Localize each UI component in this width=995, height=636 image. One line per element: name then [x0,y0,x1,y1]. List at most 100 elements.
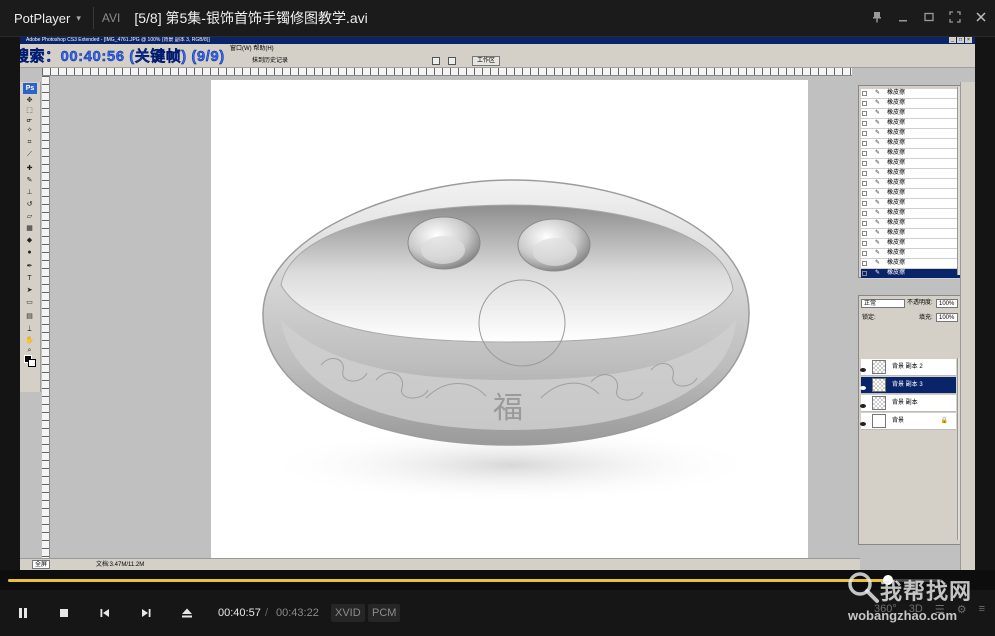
layer-name: 背景 副本 3 [892,382,923,388]
video-codec-badge[interactable]: XVID [331,604,365,622]
layer-thumbnail [872,360,886,374]
history-source-checkbox [862,271,867,276]
app-menu-button[interactable]: PotPlayer ▾ [0,0,81,37]
minimize-icon[interactable] [897,11,909,26]
window-controls [871,0,987,37]
history-item-label: 橡皮擦 [887,90,906,96]
healing-tool-icon: ✚ [26,165,33,172]
close-icon[interactable] [975,11,987,26]
seek-track[interactable] [8,575,942,585]
layer-row: 背景 副本 [860,395,956,412]
history-item-label: 橡皮擦 [887,270,906,276]
maximize-icon[interactable] [923,11,935,26]
pin-icon[interactable] [871,11,883,26]
audio-codec-badge[interactable]: PCM [368,604,401,622]
eraser-icon: ✎ [875,140,881,146]
history-item: ✎ 橡皮擦 [861,119,960,129]
history-item-label: 橡皮擦 [887,260,906,266]
history-source-checkbox [862,181,867,186]
stop-button[interactable] [51,601,77,625]
eraser-icon: ✎ [875,200,881,206]
next-icon [142,609,151,617]
history-item: ✎ 橡皮擦 [861,149,960,159]
history-source-checkbox [862,131,867,136]
vr-360-button[interactable]: 360° [874,603,897,616]
chevron-down-icon: ▾ [76,12,81,23]
lock-label: 锁定: [862,315,876,321]
history-item-label: 橡皮擦 [887,110,906,116]
bracelet-emboss-character: 福 [493,391,523,426]
bracelet-image: 福 [261,179,761,503]
history-item-label: 橡皮擦 [887,210,906,216]
eraser-icon: ✎ [875,230,881,236]
history-item: ✎ 橡皮擦 [861,189,960,199]
path-select-icon: ➤ [26,287,33,294]
history-item: ✎ 橡皮擦 [861,209,960,219]
history-source-checkbox [862,101,867,106]
layer-name: 背景 副本 [892,400,918,406]
history-source-checkbox [862,191,867,196]
history-source-checkbox [862,151,867,156]
fullscreen-icon[interactable] [949,11,961,26]
history-item: ✎ 橡皮擦 [861,259,960,269]
previous-icon [100,609,109,617]
layer-name: 背景 [892,418,905,424]
title-divider [92,7,94,29]
3d-button[interactable]: 3D [909,603,923,616]
brush-tool-icon: ✎ [26,177,33,184]
ps-zoom-field: 全屏 [32,560,51,569]
file-format-label: AVI [101,11,121,25]
eyedropper-tool-icon: ⍊ [27,325,32,332]
shape-tool-icon: ▭ [26,299,33,306]
history-item-label: 橡皮擦 [887,220,906,226]
ps-maximize-icon: □ [957,37,964,43]
menu-button[interactable]: ≡ [979,603,985,616]
next-button[interactable] [133,601,159,625]
ps-panel-dock [960,82,975,570]
lasso-tool-icon: ᓂ [26,117,33,124]
opacity-value: 100% [936,299,958,308]
history-item-label: 橡皮擦 [887,160,906,166]
ps-status-bar: 全屏 文档:3.47M/11.2M [20,558,860,570]
eye-icon [860,382,866,390]
history-source-checkbox [862,91,867,96]
history-source-checkbox [862,251,867,256]
ps-doc-size: 文档:3.47M/11.2M [96,562,145,568]
layer-thumbnail [872,378,886,392]
settings-button[interactable]: ⚙ [957,603,967,616]
previous-button[interactable] [92,601,118,625]
eye-icon [860,364,866,372]
playlist-button[interactable]: ☰ [935,603,945,616]
zoom-tool-icon: ⌕ [27,347,32,354]
history-item: ✎ 橡皮擦 [861,269,960,279]
history-item-label: 橡皮擦 [887,200,906,206]
layer-row: 背景 🔒 [860,413,956,430]
eraser-icon: ✎ [875,180,881,186]
history-item: ✎ 橡皮擦 [861,99,960,109]
time-separator: / [265,607,269,619]
eject-icon [182,608,192,618]
seek-progress-fill [8,579,888,582]
ps-toolbox: Ps ✥ ⬚ ᓂ ✧ ⌗ ⟋ ✚ ✎ ⊥ ↺ ▱ ▦ ◆ ● ✒ T ➤ ▭ ▤… [20,82,41,392]
eraser-icon: ✎ [875,260,881,266]
control-bar: 00:40:57 / 00:43:22 XVID PCM 360° 3D ☰ ⚙… [0,590,995,636]
history-item-label: 橡皮擦 [887,180,906,186]
ps-history-panel: ✎ 橡皮擦 ✎ 橡皮擦 ✎ 橡皮擦 ✎ 橡皮擦 ✎ 橡皮擦 ✎ 橡皮擦 ✎ 橡皮擦 ✎ 橡皮擦 ✎ 橡皮擦 ✎ 橡皮擦… [858,85,964,279]
video-frame[interactable]: Adobe Photoshop CS3 Extended - [IMG_4761… [20,37,975,570]
history-item: ✎ 橡皮擦 [861,89,960,99]
eraser-icon: ✎ [875,160,881,166]
opacity-label: 不透明度: [907,300,933,306]
history-item: ✎ 橡皮擦 [861,109,960,119]
history-source-checkbox [862,161,867,166]
pause-button[interactable] [10,601,36,625]
ps-horizontal-ruler [42,68,852,76]
seek-bar[interactable] [0,570,995,590]
eject-button[interactable] [174,601,200,625]
history-item-label: 橡皮擦 [887,170,906,176]
seek-handle[interactable] [882,575,893,585]
history-source-checkbox [862,121,867,126]
history-item-label: 橡皮擦 [887,250,906,256]
history-item: ✎ 橡皮擦 [861,129,960,139]
eraser-icon: ✎ [875,220,881,226]
eraser-icon: ✎ [875,170,881,176]
